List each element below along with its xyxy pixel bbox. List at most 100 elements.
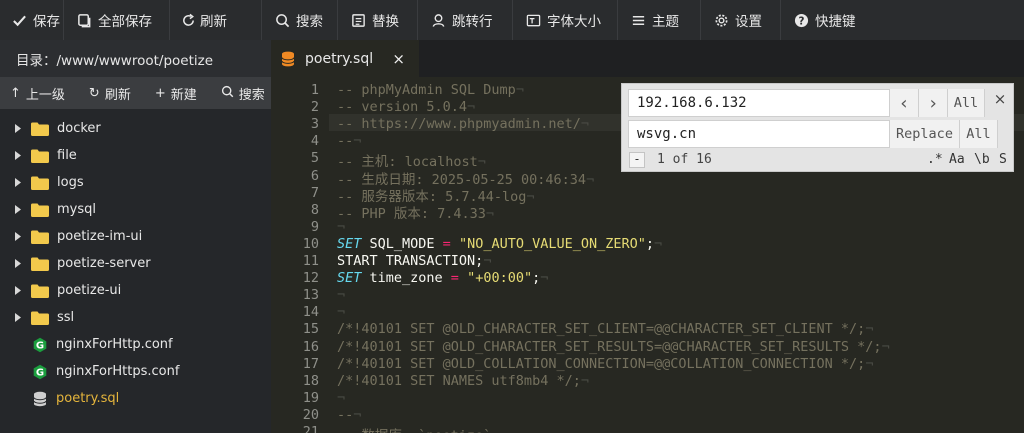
code-token: ¬ xyxy=(881,338,890,355)
case-sensitive-toggle[interactable]: Aa xyxy=(949,152,965,167)
toggle-replace-label: - xyxy=(633,152,641,166)
line-number: 13 xyxy=(302,287,319,304)
tree-folder-poetize-im-ui[interactable]: poetize-im-ui xyxy=(0,223,271,250)
tree-item-label: logs xyxy=(57,175,84,190)
code-line: --¬ xyxy=(337,407,361,425)
tree-folder-logs[interactable]: logs xyxy=(0,169,271,196)
refresh-label: 刷新 xyxy=(200,14,227,30)
line-number: 12 xyxy=(302,270,319,287)
code-token: "+00:00" xyxy=(467,270,533,287)
tree-file-item[interactable]: GnginxForHttp.conf xyxy=(0,331,271,358)
caret-right-icon[interactable] xyxy=(15,124,23,133)
tree-file-item[interactable]: poetry.sql xyxy=(0,385,271,412)
code-token: ¬ xyxy=(580,116,589,133)
code-token: SQL_MODE xyxy=(361,235,443,252)
find-input[interactable]: 192.168.6.132 xyxy=(628,89,890,117)
folder-icon xyxy=(31,284,49,298)
tree-folder-poetize-ui[interactable]: poetize-ui xyxy=(0,277,271,304)
find-all-button[interactable]: All xyxy=(947,89,985,117)
tree-folder-mysql[interactable]: mysql xyxy=(0,196,271,223)
caret-right-icon[interactable] xyxy=(15,178,23,187)
tree-folder-poetize-server[interactable]: poetize-server xyxy=(0,250,271,277)
in-selection-toggle[interactable]: S xyxy=(999,152,1007,167)
find-next-button[interactable]: › xyxy=(918,89,947,117)
in-selection-label: S xyxy=(999,152,1007,167)
search-button[interactable]: 搜索 xyxy=(262,0,338,40)
caret-right-icon[interactable] xyxy=(15,232,23,241)
caret-right-icon[interactable] xyxy=(15,286,23,295)
regex-toggle[interactable]: .* xyxy=(927,152,943,167)
tree-folder-ssl[interactable]: ssl xyxy=(0,304,271,331)
code-line: -- https://www.phpmyadmin.net/¬ xyxy=(337,116,589,134)
file-browser-panel: 目录：/www/wwwroot/poetize ↑ 上一级 ↻ 刷新 + 新建 … xyxy=(0,40,271,433)
tree-folder-docker[interactable]: docker xyxy=(0,115,271,142)
code-token: /*!40101 SET @OLD_CHARACTER_SET_RESULTS=… xyxy=(337,338,882,355)
code-line: -- 数据库: `poetize`¬ xyxy=(337,424,499,433)
tab-poetry-sql[interactable]: poetry.sql × xyxy=(271,40,419,77)
refresh-button[interactable]: 刷新 xyxy=(170,0,262,40)
replace-all-button[interactable]: All xyxy=(959,120,998,148)
caret-right-icon[interactable] xyxy=(15,313,23,322)
settings-button[interactable]: 设置 xyxy=(701,0,781,40)
nginx-icon: G xyxy=(32,364,48,380)
replace-button[interactable]: 替换 xyxy=(338,0,418,40)
code-token: -- phpMyAdmin SQL Dump xyxy=(337,82,516,98)
tree-folder-file[interactable]: file xyxy=(0,142,271,169)
sidebar-refresh-button[interactable]: ↻ 刷新 xyxy=(75,84,141,103)
toolbar: 保存 全部保存 刷新 搜索 替换 跳转行 字体大小 主题 设置 ? 快捷键 xyxy=(0,0,1024,41)
font-size-button[interactable]: 字体大小 xyxy=(513,0,618,40)
toggle-replace-button[interactable]: - xyxy=(629,152,645,168)
save-all-button[interactable]: 全部保存 xyxy=(64,0,170,40)
code-token: ¬ xyxy=(580,372,589,389)
line-number: 21 xyxy=(302,424,319,433)
sidebar-refresh-label: 刷新 xyxy=(104,87,131,103)
code-token: -- version 5.0.4 xyxy=(337,99,468,116)
arrow-up-icon: ↑ xyxy=(10,85,21,101)
replace-button[interactable]: Replace xyxy=(889,120,959,148)
check-icon xyxy=(12,12,27,28)
code-token: -- xyxy=(337,406,354,423)
replace-button-label: Replace xyxy=(896,126,953,142)
tree-item-label: ssl xyxy=(57,310,75,325)
line-number: 18 xyxy=(302,372,319,389)
save-button[interactable]: 保存 xyxy=(0,0,64,40)
code-token: ¬ xyxy=(586,171,595,188)
code-token: ¬ xyxy=(337,287,346,304)
close-search-label: × xyxy=(993,90,1007,108)
replace-icon xyxy=(350,12,366,28)
caret-right-icon[interactable] xyxy=(15,205,23,214)
whole-word-toggle[interactable]: \b xyxy=(974,152,990,167)
shortcuts-button[interactable]: ? 快捷键 xyxy=(781,0,875,40)
line-number-gutter: 1 2 3 4 5 6 7 8 9 10 11 12 13 14 15 16 17 18 19 20 21 xyxy=(271,77,329,433)
tree-file-item[interactable]: GnginxForHttps.conf xyxy=(0,358,271,385)
caret-right-icon[interactable] xyxy=(15,259,23,268)
close-tab-icon[interactable]: × xyxy=(392,50,405,68)
code-token: ¬ xyxy=(485,205,495,222)
replace-all-label: All xyxy=(966,126,991,142)
folder-icon xyxy=(31,203,49,217)
new-file-button[interactable]: + 新建 xyxy=(141,84,207,103)
up-level-button[interactable]: ↑ 上一级 xyxy=(0,84,75,103)
code-line: --¬ xyxy=(337,133,361,151)
find-prev-button[interactable]: ‹ xyxy=(889,89,918,117)
code-line: -- phpMyAdmin SQL Dump¬ xyxy=(337,82,524,100)
code-token: -- xyxy=(337,133,354,150)
line-number: 14 xyxy=(302,304,319,321)
goto-line-button[interactable]: 跳转行 xyxy=(418,0,513,40)
code-line: ¬ xyxy=(337,287,345,305)
code-line: -- 服务器版本: 5.7.44-log¬ xyxy=(337,185,535,205)
tree-item-label: poetize-server xyxy=(57,256,151,271)
theme-button[interactable]: 主题 xyxy=(618,0,701,40)
replace-input[interactable]: wsvg.cn xyxy=(628,120,890,148)
code-token: ¬ xyxy=(467,99,476,116)
code-token: ¬ xyxy=(865,355,874,372)
caret-right-icon[interactable] xyxy=(15,151,23,160)
close-search-icon[interactable]: × xyxy=(992,90,1008,112)
sidebar-search-button[interactable]: 搜索 xyxy=(207,84,275,103)
code-token: /*!40101 SET @OLD_COLLATION_CONNECTION=@… xyxy=(337,355,866,372)
folder-icon xyxy=(31,230,49,244)
code-token: SET xyxy=(337,235,362,252)
case-label: Aa xyxy=(949,152,965,167)
